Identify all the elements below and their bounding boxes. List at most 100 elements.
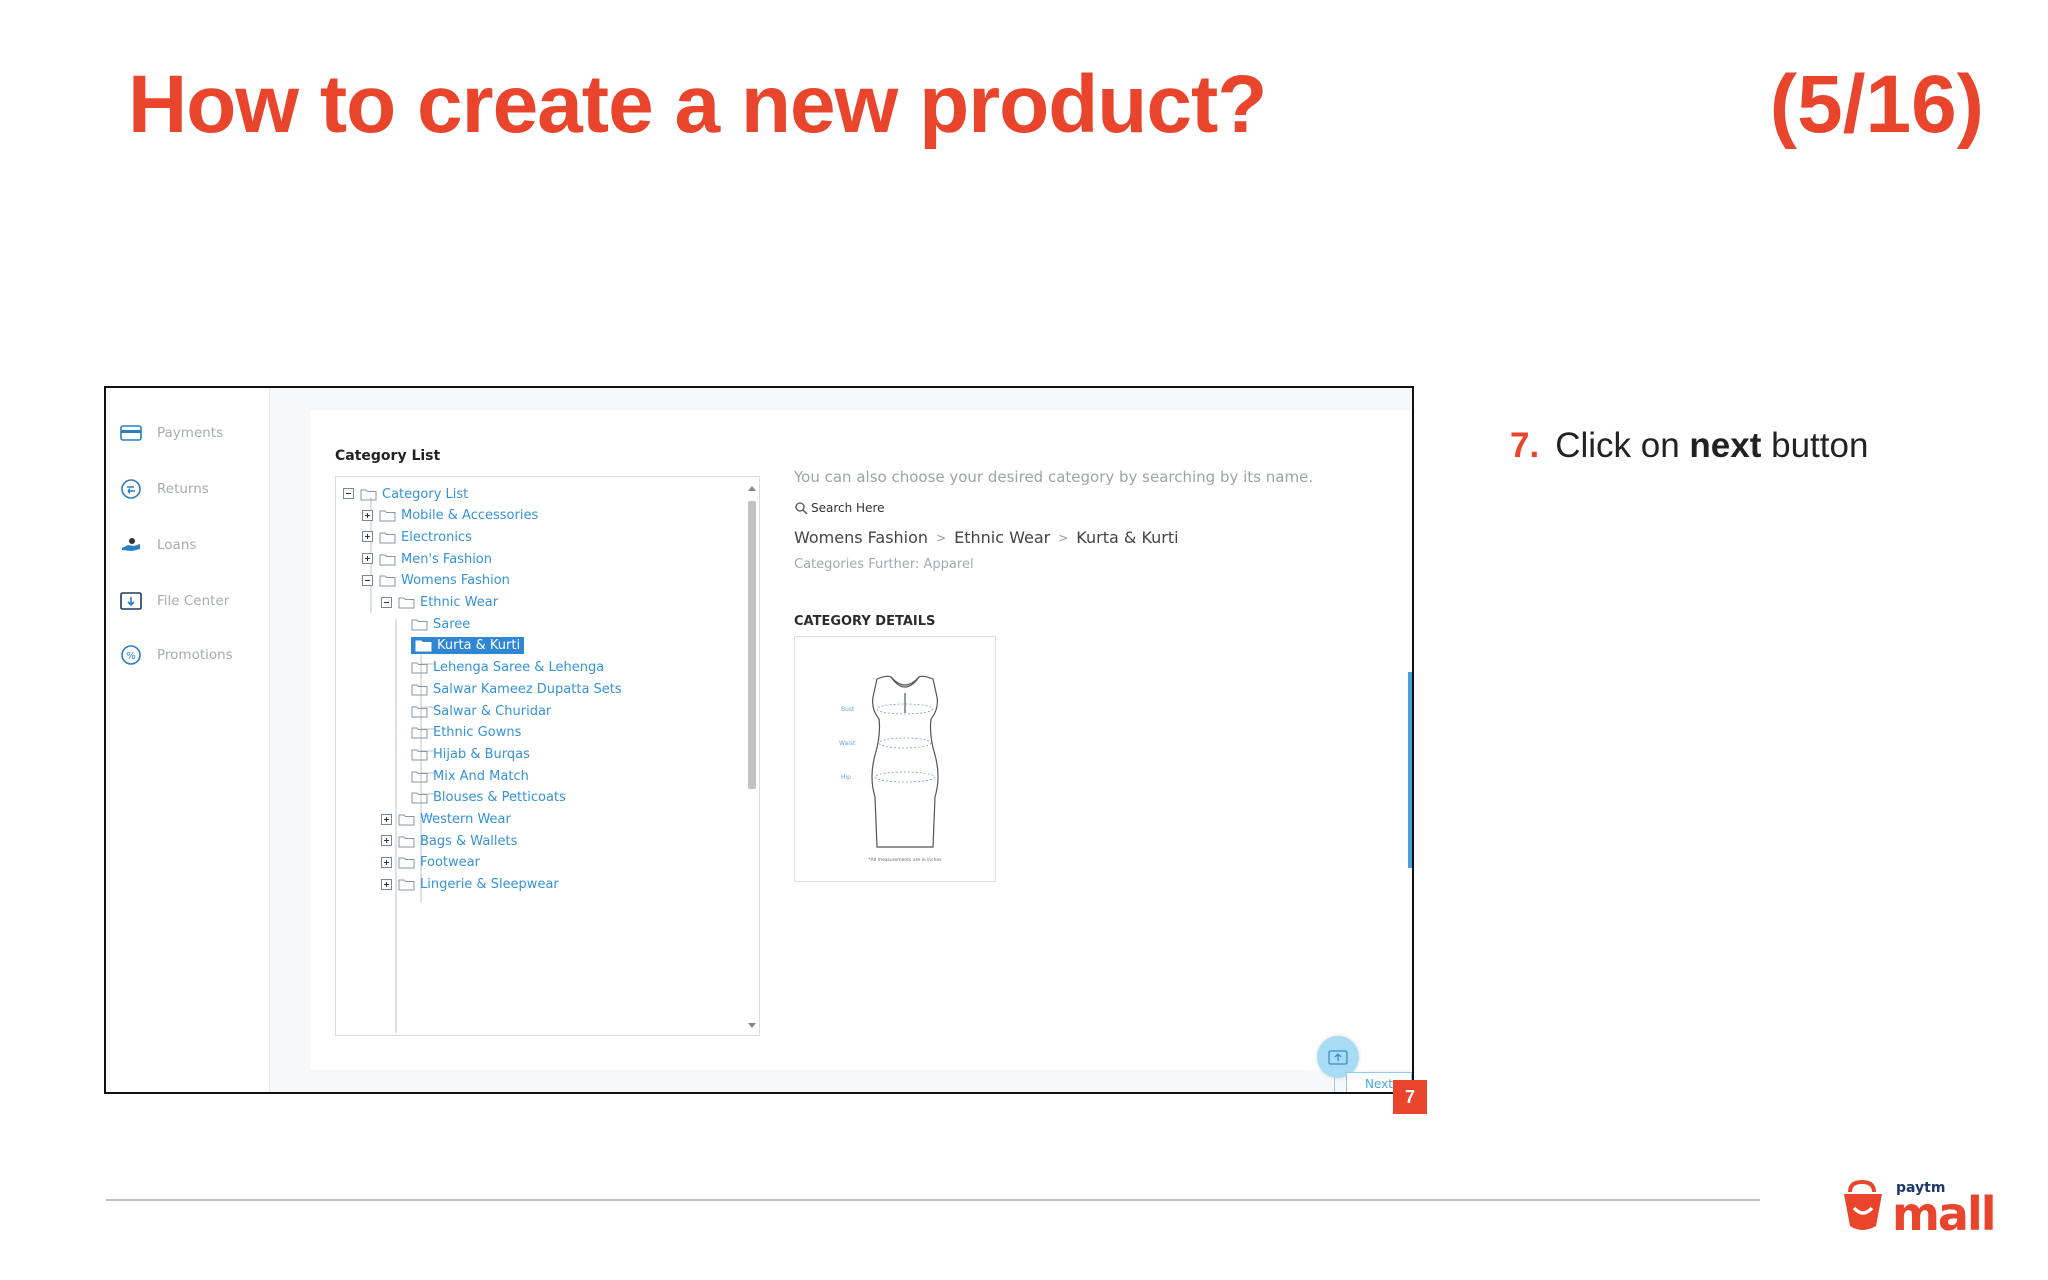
folder-icon — [411, 706, 428, 717]
expand-icon[interactable] — [361, 552, 375, 566]
step-text-bold: next — [1689, 426, 1762, 465]
tree-item-label: Hijab & Burqas — [433, 746, 530, 762]
expand-icon[interactable] — [361, 530, 375, 544]
sidebar-item-label: Loans — [157, 537, 197, 553]
expand-icon[interactable] — [380, 834, 394, 848]
screenshot-frame: Payments Returns Loans File Center % Pro… — [104, 386, 1414, 1094]
tree-item[interactable]: Category List — [342, 483, 468, 505]
categories-further: Categories Further: Apparel — [794, 557, 974, 572]
upload-icon — [1328, 1050, 1348, 1065]
breadcrumb-item: Kurta & Kurti — [1076, 528, 1179, 547]
collapse-icon[interactable] — [361, 574, 375, 588]
tree-item[interactable]: Blouses & Petticoats — [411, 787, 566, 809]
folder-icon — [411, 771, 428, 783]
category-list-heading: Category List — [335, 448, 441, 464]
return-icon — [121, 479, 141, 499]
category-tree[interactable]: Category List Mobile & Accessories Electro… — [335, 476, 760, 1036]
tree-item[interactable]: Lehenga Saree & Lehenga — [411, 657, 604, 679]
waist-label: Waist — [839, 740, 856, 747]
sidebar-item-label: Promotions — [157, 647, 233, 663]
tree-item-label: Lingerie & Sleepwear — [420, 877, 559, 893]
sidebar-item-payments[interactable]: Payments — [120, 418, 223, 448]
folder-icon — [398, 879, 415, 891]
search-input[interactable]: Search Here — [794, 498, 885, 518]
expand-icon[interactable] — [380, 856, 394, 870]
expand-icon[interactable] — [380, 878, 394, 892]
tree-item[interactable]: Men's Fashion — [361, 548, 492, 570]
sidebar: Payments Returns Loans File Center % Pro… — [106, 388, 270, 1092]
folder-icon — [411, 727, 428, 739]
step-text-after: button — [1771, 426, 1869, 465]
tree-item[interactable]: Womens Fashion — [361, 570, 510, 592]
tree-item-label: Salwar Kameez Dupatta Sets — [433, 681, 622, 697]
percent-badge-icon: % — [121, 645, 141, 665]
tree-item-label: Mix And Match — [433, 768, 529, 784]
search-icon — [795, 502, 808, 515]
folder-icon — [398, 814, 415, 826]
tree-item[interactable]: Mix And Match — [411, 765, 529, 787]
collapse-icon[interactable] — [342, 487, 356, 501]
loan-icon — [122, 538, 140, 551]
tree-scrollbar[interactable] — [745, 483, 759, 1031]
tree-item-label: Western Wear — [420, 812, 511, 827]
footer-divider — [106, 1199, 1760, 1201]
sidebar-item-label: File Center — [157, 593, 230, 609]
tree-item[interactable]: Electronics — [361, 526, 472, 548]
expand-icon[interactable] — [361, 509, 375, 523]
tree-item-label: Mobile & Accessories — [401, 508, 539, 524]
tree-item[interactable]: Bags & Wallets — [380, 830, 517, 852]
tree-item[interactable]: Saree — [411, 613, 470, 635]
step-number: 7. — [1510, 426, 1540, 465]
paytm-mall-logo: paytm mall — [1844, 1179, 1997, 1236]
tree-item-label: Electronics — [401, 529, 472, 545]
folder-icon — [360, 489, 377, 500]
sidebar-item-returns[interactable]: Returns — [120, 474, 209, 504]
tree-item-label: Ethnic Gowns — [433, 725, 522, 741]
file-upload-icon — [120, 592, 142, 610]
scroll-down-arrow[interactable] — [748, 1023, 756, 1028]
expand-icon[interactable] — [380, 813, 394, 827]
tree-item[interactable]: Ethnic Gowns — [411, 722, 521, 744]
search-placeholder: Search Here — [811, 501, 885, 515]
folder-icon — [411, 792, 428, 804]
tree-item[interactable]: Kurta & Kurti — [411, 635, 525, 657]
sidebar-item-label: Payments — [157, 425, 224, 441]
tree-item[interactable]: Lingerie & Sleepwear — [380, 874, 559, 896]
sidebar-item-loans[interactable]: Loans — [120, 530, 196, 560]
sidebar-item-file-center[interactable]: File Center — [120, 586, 229, 616]
folder-icon — [398, 836, 415, 848]
tree-item[interactable]: Mobile & Accessories — [361, 505, 538, 527]
step-instruction: 7. Click on next button — [1510, 426, 1868, 466]
sidebar-item-label: Returns — [157, 481, 209, 497]
tree-item-label: Kurta & Kurti — [437, 638, 521, 654]
tree-item[interactable]: Footwear — [380, 852, 480, 874]
content-panel: Category List Category List Mobile & Acc… — [310, 410, 1410, 1070]
scrollbar-thumb[interactable] — [748, 501, 756, 789]
bust-label: Bust — [841, 706, 855, 713]
folder-icon — [379, 532, 396, 544]
tree-item[interactable]: Western Wear — [380, 809, 511, 831]
tree-item-label: Footwear — [420, 855, 480, 871]
measurement-note: *All measurements are in inches — [868, 857, 942, 863]
tree-item-label: Blouses & Petticoats — [433, 790, 566, 806]
folder-icon — [398, 597, 415, 609]
search-hint: You can also choose your desired categor… — [794, 468, 1314, 486]
tree-item-label: Bags & Wallets — [420, 833, 518, 849]
sidebar-item-promotions[interactable]: % Promotions — [120, 640, 233, 670]
tree-item-label: Saree — [433, 616, 471, 632]
breadcrumb-separator: > — [936, 530, 947, 545]
collapse-icon[interactable] — [380, 596, 394, 610]
scroll-edge-indicator — [1408, 672, 1412, 868]
tree-item[interactable]: Salwar Kameez Dupatta Sets — [411, 678, 622, 700]
folder-icon — [379, 575, 396, 587]
folder-icon — [411, 662, 428, 674]
breadcrumb-separator: > — [1058, 530, 1069, 545]
tree-item-label: Womens Fashion — [401, 573, 510, 589]
tree-item[interactable]: Ethnic Wear — [380, 592, 498, 614]
tree-item[interactable]: Hijab & Burqas — [411, 743, 530, 765]
hip-label: Hip — [841, 774, 851, 781]
breadcrumb-item: Womens Fashion — [794, 528, 929, 547]
tree-item-label: Ethnic Wear — [420, 595, 499, 610]
tree-item[interactable]: Salwar & Churidar — [411, 700, 551, 722]
scroll-up-arrow[interactable] — [748, 486, 756, 491]
